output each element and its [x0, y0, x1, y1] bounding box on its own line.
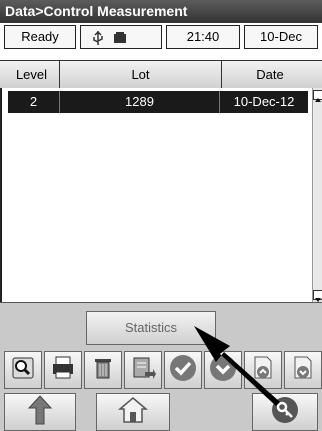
scroll-down-button[interactable]: [313, 290, 322, 302]
scroll-up-button[interactable]: [313, 90, 322, 102]
usb-icon: [89, 29, 111, 45]
row-level: 2: [8, 91, 60, 113]
row-lot: 1289: [60, 91, 220, 113]
status-ready: Ready: [4, 25, 76, 49]
header-level: Level: [4, 61, 60, 89]
magnifier-icon: [9, 354, 37, 387]
control-measurement-list: 2 1289 10-Dec-12: [0, 88, 312, 302]
page-down-button[interactable]: [284, 351, 322, 389]
page-down-icon: [289, 354, 317, 387]
header-date: Date: [256, 67, 284, 82]
delete-button[interactable]: [84, 351, 122, 389]
export-icon: [129, 354, 157, 387]
home-icon: [116, 394, 150, 431]
header-lot: Lot: [60, 61, 222, 89]
search-button[interactable]: [4, 351, 42, 389]
app-window: Data>Control Measurement Ready 21:40 10-…: [0, 0, 322, 431]
home-button[interactable]: [96, 393, 170, 431]
window-title: Data>Control Measurement: [5, 3, 188, 19]
status-date: 10-Dec: [244, 25, 318, 49]
scrollbar[interactable]: [312, 88, 322, 302]
pointer-arrow-icon: [194, 326, 280, 406]
up-arrow-icon: [27, 394, 53, 431]
print-button[interactable]: [44, 351, 82, 389]
title-bar: Data>Control Measurement: [0, 0, 322, 23]
back-button[interactable]: [4, 393, 76, 431]
table-header: Level Lot Date: [0, 60, 322, 90]
trash-icon: [89, 354, 117, 387]
export-button[interactable]: [124, 351, 162, 389]
battery-icon: [111, 29, 129, 44]
status-icons: [80, 25, 162, 49]
row-date: 10-Dec-12: [233, 94, 295, 109]
printer-icon: [49, 354, 77, 387]
status-bar: Ready 21:40 10-Dec: [0, 23, 322, 54]
status-time: 21:40: [166, 25, 240, 49]
table-row[interactable]: 2 1289 10-Dec-12: [8, 91, 308, 113]
